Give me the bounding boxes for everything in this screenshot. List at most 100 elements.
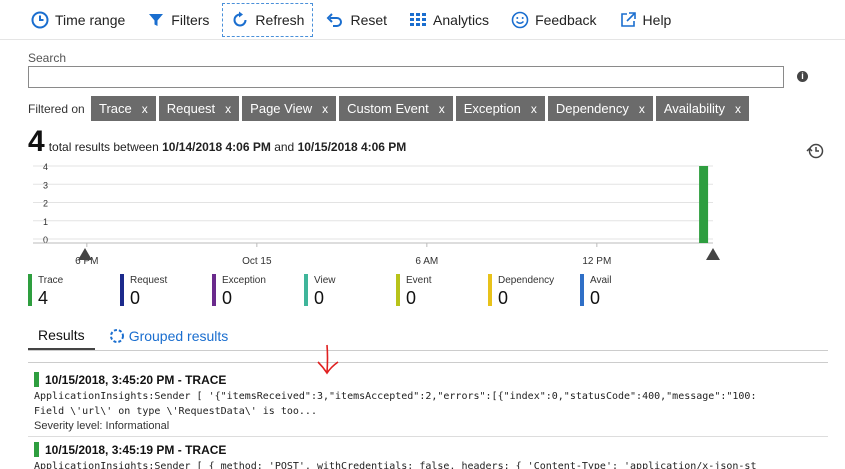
external-link-icon [620,11,636,27]
result-count: 4 [28,125,45,158]
analytics-label: Analytics [433,11,490,28]
legend-item-name: Avail [590,275,612,286]
remove-filter-icon[interactable]: x [531,102,537,116]
legend-item[interactable]: Trace 4 [28,274,112,308]
results-summary: 4 total results between 10/14/2018 4:06 … [28,125,406,159]
filter-chip-label: Exception [463,101,521,116]
filters-label: Filters [171,11,210,28]
remove-filter-icon[interactable]: x [735,102,741,116]
legend-item-name: Request [130,275,168,286]
refresh-button[interactable]: Refresh [222,2,314,37]
tab-results-label: Results [38,327,85,343]
legend-item[interactable]: Dependency 0 [488,274,572,308]
y-tick-label: 2 [43,199,48,209]
summary-text: total results between 10/14/2018 4:06 PM… [49,140,407,154]
result-timestamp: 10/15/2018, 3:45:19 PM - TRACE [45,442,227,457]
legend-item[interactable]: Exception 0 [212,274,296,308]
legend-item-value: 0 [314,288,325,308]
result-item[interactable]: 10/15/2018, 3:45:19 PM - TRACE Applicati… [34,442,834,469]
x-tick-label: 6 AM [415,256,438,265]
filter-chip: Exception x [455,96,545,121]
result-timestamp: 10/15/2018, 3:45:20 PM - TRACE [45,372,227,387]
refresh-icon [233,11,247,26]
legend-item-value: 0 [590,288,601,308]
trace-indicator [34,372,39,387]
remove-filter-icon[interactable]: x [142,102,148,116]
tab-grouped-label: Grouped results [128,328,229,344]
smiley-icon [511,11,529,28]
legend-item-name: View [314,275,336,286]
trace-indicator [34,442,39,457]
reset-button[interactable]: Reset [317,3,396,37]
reset-label: Reset [350,11,388,28]
filter-chip-label: Custom Event [347,101,429,116]
time-range-label: Time range [55,11,126,28]
result-message-line: ApplicationInsights:Sender [ '{"itemsRec… [34,391,757,402]
remove-filter-icon[interactable]: x [439,102,445,116]
result-item[interactable]: 10/15/2018, 3:45:20 PM - TRACE Applicati… [34,372,834,434]
feedback-label: Feedback [535,11,597,28]
clock-icon [31,11,49,28]
result-message-line: Field \'url\' on type \'RequestData\' is… [34,406,317,417]
legend-item[interactable]: View 0 [304,274,388,308]
result-header: 10/15/2018, 3:45:19 PM - TRACE [34,442,834,457]
info-icon[interactable]: i [797,71,808,82]
tab-results[interactable]: Results [28,322,95,350]
remove-filter-icon[interactable]: x [322,102,328,116]
range-end-handle-icon[interactable] [706,248,720,260]
timeline-chart[interactable]: 012346 PM Oct 15 6 AM 12 PM [0,155,845,265]
severity-label: Severity level: [34,420,103,432]
x-tick-label: Oct 15 [242,256,272,265]
x-tick-label: 12 PM [582,256,611,265]
summary-end: 10/15/2018 4:06 PM [297,140,407,154]
legend-item-value: 0 [130,288,141,308]
funnel-icon [149,13,164,26]
feedback-button[interactable]: Feedback [502,3,605,37]
remove-filter-icon[interactable]: x [225,102,231,116]
legend-item-value: 0 [498,288,509,308]
legend-item[interactable]: Avail 0 [580,274,664,308]
filter-chip: Trace x [91,96,156,121]
range-start-handle-icon[interactable] [78,248,92,260]
results-tabs: Results Grouped results [28,322,238,350]
toolbar: Time range Filters Refresh Reset Analyti… [0,0,845,40]
help-button[interactable]: Help [610,3,681,37]
search-label: Search [28,51,67,65]
legend-item-value: 0 [222,288,233,308]
summary-prefix: total results between [48,140,159,154]
search-input[interactable] [28,66,784,88]
legend-item-name: Trace [38,275,64,286]
filter-chip: Availability x [655,96,750,121]
result-message-line: ApplicationInsights:Sender [ { method: '… [34,461,757,469]
y-tick-label: 1 [43,217,48,227]
y-tick-label: 4 [43,162,48,172]
filtered-on-label: Filtered on [28,102,85,116]
time-range-button[interactable]: Time range [22,3,134,37]
results-top-divider [28,362,828,363]
result-severity: Severity level: Informational [34,419,834,434]
result-separator [28,436,828,437]
summary-start: 10/14/2018 4:06 PM [162,140,271,154]
filter-chip-label: Request [166,101,216,116]
severity-value: Informational [105,420,170,432]
chart-bar [699,166,709,243]
summary-and: and [274,140,295,154]
grid-icon [410,12,427,26]
tab-grouped-results[interactable]: Grouped results [99,322,239,350]
legend-item-value: 0 [406,288,417,308]
legend-item-name: Exception [222,275,266,286]
filters-button[interactable]: Filters [138,3,218,37]
filter-chip: Custom Event x [339,96,453,121]
filter-chip: Dependency x [547,96,653,121]
help-label: Help [642,11,672,28]
filter-chip: Request x [158,96,240,121]
remove-filter-icon[interactable]: x [639,102,645,116]
legend-item[interactable]: Request 0 [120,274,204,308]
chart-legend: Trace 4 Request 0 Exception 0 View 0 Event 0 Depen… [28,274,672,308]
y-tick-label: 3 [43,180,48,190]
filter-chip-label: Page View [250,101,313,116]
legend-item-value: 4 [38,288,49,308]
analytics-button[interactable]: Analytics [400,3,498,37]
legend-item[interactable]: Event 0 [396,274,480,308]
legend-item-name: Dependency [498,275,555,286]
